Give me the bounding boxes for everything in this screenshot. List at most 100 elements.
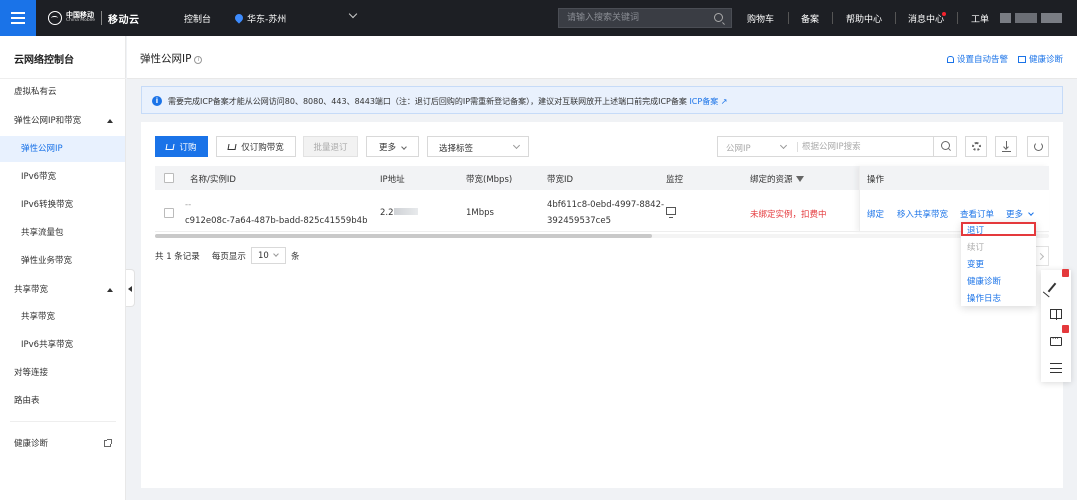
unsubscribe-highlight-box	[961, 222, 1036, 236]
sidebar: 云网络控制台 虚拟私有云 弹性公网IP和带宽 弹性公网IP IPv6带宽 IPv…	[0, 36, 126, 500]
sidebar-item-ipv6-bandwidth[interactable]: IPv6带宽	[0, 164, 125, 190]
refresh-button[interactable]	[1027, 136, 1049, 157]
more-label: 更多	[378, 142, 396, 153]
help-center-link[interactable]: 帮助中心	[846, 12, 882, 25]
filter-icon[interactable]	[795, 176, 804, 182]
sidebar-item-vpc[interactable]: 虚拟私有云	[0, 79, 125, 105]
order-bandwidth-button[interactable]: 仅订购带宽	[216, 136, 296, 157]
sidebar-item-ipv6-translation[interactable]: IPv6转换带宽	[0, 192, 125, 218]
horizontal-scrollbar[interactable]	[155, 234, 652, 238]
china-mobile-logo-icon	[48, 11, 62, 25]
select-all-checkbox[interactable]	[164, 173, 174, 183]
sidebar-group-eip-bandwidth[interactable]: 弹性公网IP和带宽	[0, 108, 125, 134]
page-header: 弹性公网IP i 设置自动告警 健康诊断	[127, 36, 1077, 79]
page-size-select[interactable]: 10	[251, 247, 286, 264]
sidebar-item-traffic-package[interactable]: 共享流量包	[0, 220, 125, 246]
more-actions-button[interactable]: 更多	[366, 136, 419, 157]
download-button[interactable]	[995, 136, 1017, 157]
notice-text: 需要完成ICP备案才能从公网访问80、8080、443、8443端口（注：退订后…	[168, 96, 727, 107]
menu-item-health-diagnosis[interactable]: 健康诊断	[967, 275, 1001, 287]
console-link[interactable]: 控制台	[184, 12, 211, 25]
info-icon[interactable]: i	[194, 56, 203, 64]
nav-divider	[895, 12, 896, 24]
sidebar-group-shared-bandwidth[interactable]: 共享带宽	[0, 277, 125, 303]
global-search[interactable]	[558, 8, 732, 28]
chevron-down-icon	[273, 251, 279, 257]
sidebar-item-business-bandwidth[interactable]: 弹性业务带宽	[0, 248, 125, 274]
sidebar-item-peering[interactable]: 对等连接	[0, 360, 125, 386]
sidebar-item-label: IPv6共享带宽	[21, 340, 74, 350]
search-type-select[interactable]: 公网IP	[726, 142, 751, 154]
menu-item-operation-log[interactable]: 操作日志	[967, 292, 1001, 304]
sidebar-collapse-toggle[interactable]	[126, 269, 135, 307]
chevron-down-icon	[512, 141, 521, 150]
download-icon	[1002, 141, 1011, 152]
docs-tool[interactable]	[1041, 300, 1071, 328]
page-size-value: 10	[258, 251, 269, 261]
sidebar-item-ipv6-shared-bandwidth[interactable]: IPv6共享带宽	[0, 332, 125, 358]
column-header-monitor: 监控	[666, 175, 684, 185]
health-diagnosis-link[interactable]: 健康诊断	[1018, 53, 1063, 65]
sidebar-item-eip[interactable]: 弹性公网IP	[0, 136, 125, 162]
tag-select-label: 选择标签	[439, 144, 474, 154]
list-tool[interactable]	[1041, 354, 1071, 382]
row-checkbox[interactable]	[164, 208, 174, 218]
gear-icon	[972, 142, 981, 151]
message-tool[interactable]	[1041, 325, 1071, 356]
menu-icon[interactable]	[0, 0, 36, 36]
filing-link[interactable]: 备案	[801, 12, 819, 25]
sidebar-item-label: 共享带宽	[14, 285, 49, 295]
sidebar-item-label: 对等连接	[14, 368, 49, 378]
sidebar-item-health-diagnosis[interactable]: 健康诊断	[0, 431, 125, 457]
search-icon[interactable]	[933, 136, 957, 157]
search-icon[interactable]	[714, 13, 723, 22]
row-name: --	[185, 200, 192, 210]
eip-search-input[interactable]	[802, 138, 932, 155]
icp-filing-link[interactable]: ICP备案 ↗	[689, 97, 727, 106]
auto-alarm-label: 设置自动告警	[957, 55, 1009, 65]
row-bound-resource: 未绑定实例，扣费中	[750, 210, 827, 220]
auto-alarm-link[interactable]: 设置自动告警	[947, 53, 1008, 65]
chevron-down-icon	[779, 141, 788, 150]
menu-item-change[interactable]: 变更	[967, 258, 984, 270]
row-ip-text: 2.2	[380, 208, 394, 218]
column-header-bandwidth: 带宽(Mbps)	[466, 175, 513, 185]
menu-item-renew[interactable]: 续订	[967, 241, 984, 253]
row-instance-id[interactable]: c912e08c-7a64-487b-badd-825c41559b4b	[185, 216, 367, 226]
per-page-unit: 条	[291, 252, 300, 262]
global-search-input[interactable]	[559, 9, 709, 27]
sidebar-item-shared-bandwidth[interactable]: 共享带宽	[0, 304, 125, 330]
cart-icon	[227, 143, 237, 150]
region-chevron-icon[interactable]	[348, 9, 358, 19]
sidebar-divider	[10, 421, 116, 422]
column-header-name: 名称/实例ID	[190, 175, 236, 185]
notice-message: 需要完成ICP备案才能从公网访问80、8080、443、8443端口（注：退订后…	[168, 97, 687, 106]
monitor-icon[interactable]	[666, 207, 676, 218]
batch-unsubscribe-button[interactable]: 批量退订	[303, 136, 358, 157]
pagination-info: 共 1 条记录 每页显示	[155, 250, 246, 262]
message-center-link[interactable]: 消息中心	[908, 12, 944, 25]
region-selector[interactable]: 华东-苏州	[235, 12, 286, 25]
chevron-down-icon	[401, 143, 407, 150]
new-badge	[1062, 269, 1069, 277]
per-page-label: 每页显示	[211, 252, 246, 262]
brand-logo[interactable]: 中国移动 China Mobile 移动云	[48, 8, 140, 28]
message-icon	[1050, 335, 1062, 346]
region-label: 华东-苏州	[247, 15, 287, 25]
total-records: 共 1 条记录	[155, 252, 200, 262]
cart-link[interactable]: 购物车	[747, 12, 774, 25]
settings-button[interactable]	[965, 136, 987, 157]
ticket-link[interactable]: 工单	[971, 12, 989, 25]
order-button[interactable]: 订购	[155, 136, 208, 157]
sidebar-item-label: 弹性公网IP	[21, 144, 63, 154]
sidebar-item-label: 健康诊断	[14, 439, 49, 449]
sidebar-item-route-table[interactable]: 路由表	[0, 388, 125, 414]
page-title-text: 弹性公网IP	[140, 53, 192, 65]
sidebar-item-label: 路由表	[14, 396, 40, 406]
new-badge	[1062, 325, 1069, 333]
floating-toolbar	[1041, 269, 1071, 382]
tag-select[interactable]: 选择标签	[427, 136, 529, 157]
feedback-tool[interactable]	[1041, 269, 1071, 300]
sidebar-item-label: IPv6带宽	[21, 172, 57, 182]
user-account-masked[interactable]	[1000, 13, 1062, 23]
